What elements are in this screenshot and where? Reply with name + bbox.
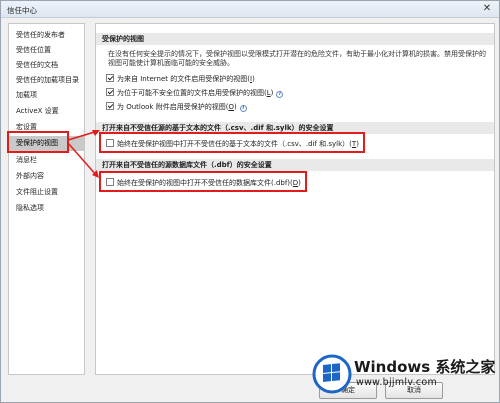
section-header-protected-view: 受保护的视图 xyxy=(96,33,494,45)
sidebar-item-label: 加载项 xyxy=(16,91,37,99)
sidebar-item-privacy-options[interactable]: 隐私选项 xyxy=(9,201,84,216)
option-label: 为位于可能不安全位置的文件启用受保护的视图( xyxy=(117,89,267,97)
checkbox-outlook-attachments[interactable] xyxy=(106,102,114,110)
option-outlook-attachments[interactable]: 为 Outlook 附件启用受保护的视图(O) i xyxy=(106,102,247,112)
window-title: 信任中心 xyxy=(7,6,37,15)
sidebar-item-trusted-addin-catalogs[interactable]: 受信任的加载项目录 xyxy=(9,73,84,88)
sidebar-item-trusted-documents[interactable]: 受信任的文档 xyxy=(9,58,84,73)
watermark-brand: Windows 系统之家 xyxy=(354,358,496,376)
sidebar-item-label: 宏设置 xyxy=(16,123,37,131)
protected-view-description: 在没有任何安全提示的情况下，受保护视图以受限模式打开潜在的危险文件，有助于最小化… xyxy=(108,50,486,67)
close-icon[interactable]: ✕ xyxy=(478,3,496,15)
sidebar: 受信任的发布者 受信任位置 受信任的文档 受信任的加载项目录 加载项 Activ… xyxy=(8,23,85,375)
section-header-database-files: 打开来自不受信任的源数据库文件（.dbf）的安全设置 xyxy=(96,159,494,171)
checkbox-internet-files[interactable] xyxy=(106,74,114,82)
info-icon[interactable]: i xyxy=(239,105,247,112)
highlight-text-files-option xyxy=(99,132,365,153)
sidebar-item-file-block-settings[interactable]: 文件阻止设置 xyxy=(9,185,84,200)
option-unsafe-locations[interactable]: 为位于可能不安全位置的文件启用受保护的视图(L) i xyxy=(106,88,284,98)
sidebar-item-label: 受信任的发布者 xyxy=(16,31,65,39)
watermark: Windows 系统之家 www.bjjmlv.com xyxy=(312,352,500,402)
sidebar-item-label: 文件阻止设置 xyxy=(16,188,58,196)
option-internet-files[interactable]: 为来自 Internet 的文件启用受保护的视图(I) xyxy=(106,74,255,84)
sidebar-item-label: 受信任的文档 xyxy=(16,61,58,69)
watermark-url: www.bjjmlv.com xyxy=(356,377,438,388)
windows-logo-icon xyxy=(312,354,352,394)
title-bar: 信任中心 ✕ xyxy=(1,1,499,18)
option-label: 为 Outlook 附件启用受保护的视图( xyxy=(117,103,229,111)
settings-panel: 受保护的视图 在没有任何安全提示的情况下，受保护视图以受限模式打开潜在的危险文件… xyxy=(95,23,495,375)
sidebar-item-label: 受信任的加载项目录 xyxy=(16,76,79,84)
option-label-end: ) xyxy=(252,75,255,83)
sidebar-item-label: 外部内容 xyxy=(16,172,44,180)
sidebar-item-label: 受信任位置 xyxy=(16,46,51,54)
sidebar-item-trusted-locations[interactable]: 受信任位置 xyxy=(9,43,84,58)
sidebar-item-label: ActiveX 设置 xyxy=(16,107,59,115)
trust-center-window: 信任中心 ✕ 受信任的发布者 受信任位置 受信任的文档 受信任的加载项目录 加载… xyxy=(0,0,500,403)
sidebar-item-label: 隐私选项 xyxy=(16,204,44,212)
sidebar-item-trusted-publishers[interactable]: 受信任的发布者 xyxy=(9,28,84,43)
info-icon[interactable]: i xyxy=(276,91,284,98)
sidebar-item-activex-settings[interactable]: ActiveX 设置 xyxy=(9,104,84,119)
highlight-database-files-option xyxy=(99,171,307,192)
highlight-sidebar-protected-view xyxy=(7,131,69,153)
sidebar-item-addins[interactable]: 加载项 xyxy=(9,88,84,103)
sidebar-item-label: 消息栏 xyxy=(16,156,37,164)
arrow-icon xyxy=(67,142,99,178)
option-label: 为来自 Internet 的文件启用受保护的视图( xyxy=(117,75,250,83)
option-label-end: ) xyxy=(270,89,274,97)
option-label-end: ) xyxy=(233,103,237,111)
checkbox-unsafe-locations[interactable] xyxy=(106,88,114,96)
